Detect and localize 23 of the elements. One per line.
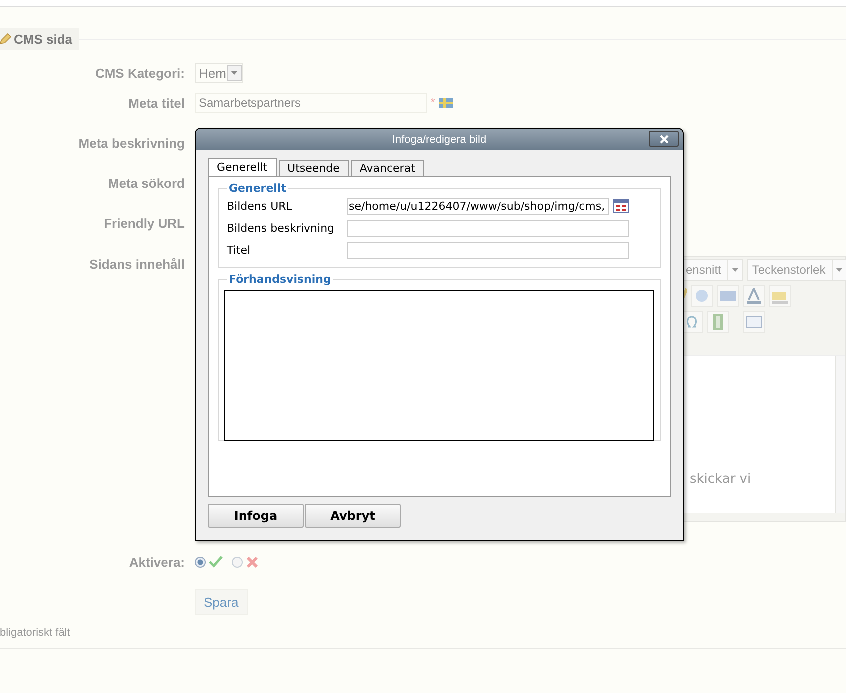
- field-label: Friendly URL: [104, 216, 185, 230]
- field-label: Meta titel: [128, 96, 185, 110]
- field-label: Bildens URL: [227, 200, 294, 212]
- field-label: Aktivera:: [129, 554, 185, 570]
- group-title: Förhandsvisning: [228, 273, 332, 286]
- editor-text: skickar vi: [690, 472, 752, 487]
- field-label: CMS Kategori:: [95, 66, 185, 80]
- dialog-title: Infoga/redigera bild: [392, 134, 487, 146]
- footnote: bligatoriskt fält: [0, 627, 72, 641]
- field-label: Meta beskrivning: [78, 136, 185, 150]
- field-label: Titel: [227, 244, 252, 256]
- required-mark: *: [431, 97, 436, 109]
- field-label: Sidans innehåll: [90, 257, 185, 272]
- tab[interactable]: Generellt: [208, 158, 277, 176]
- tab[interactable]: Avancerat: [350, 160, 424, 176]
- dialog-button[interactable]: Avbryt: [305, 504, 401, 528]
- field-label: Meta sökord: [108, 176, 185, 190]
- field-label: Bildens beskrivning: [227, 222, 336, 234]
- section-title: CMS sida: [14, 32, 73, 46]
- dialog-button[interactable]: Infoga: [208, 504, 304, 528]
- tab[interactable]: Utseende: [278, 160, 349, 176]
- group-title: Generellt: [228, 182, 288, 195]
- input-field[interactable]: se/home/u/u1226407/www/sub/shop/img/cms,: [347, 198, 609, 214]
